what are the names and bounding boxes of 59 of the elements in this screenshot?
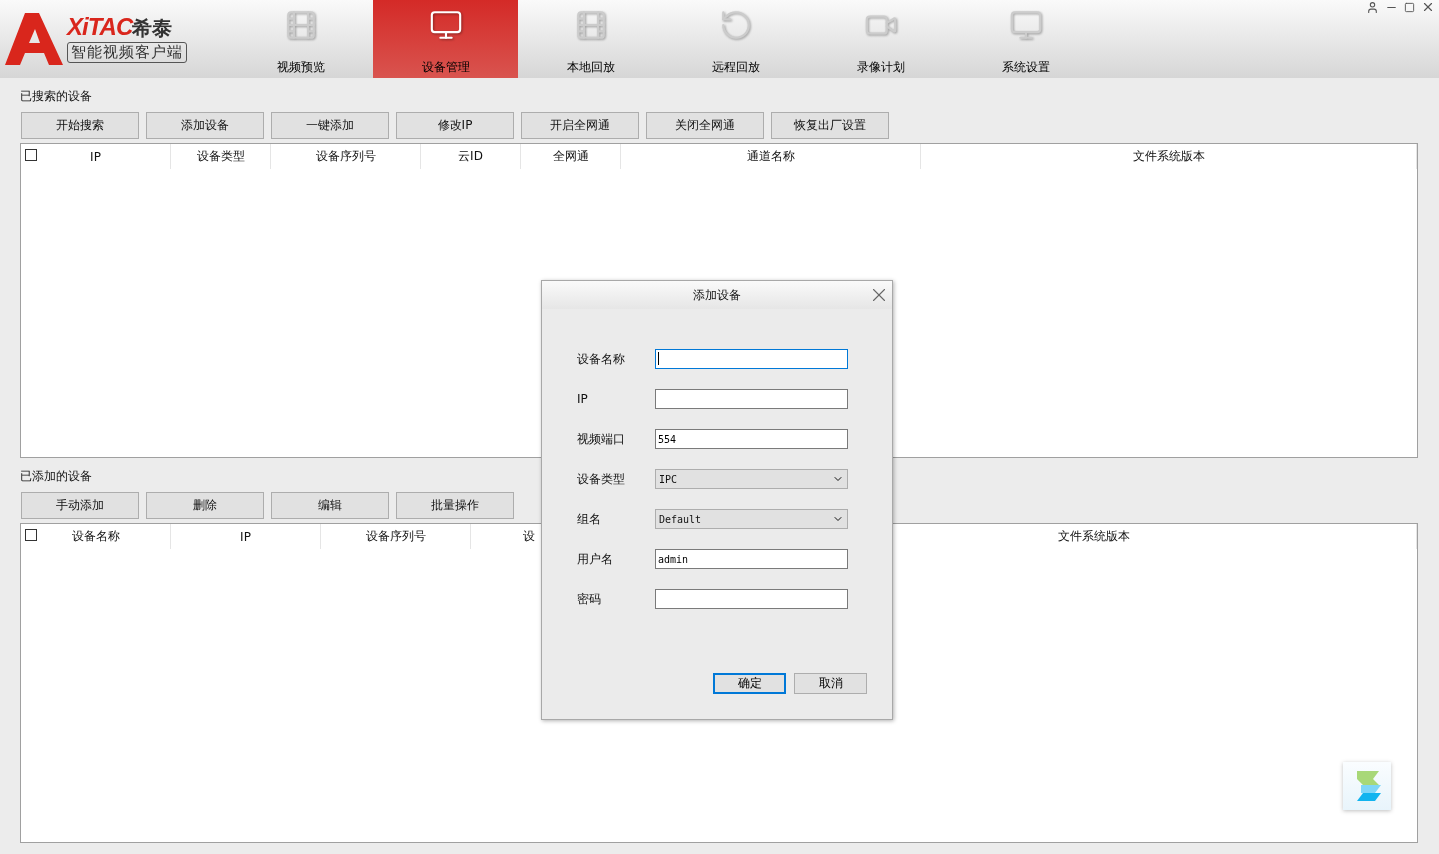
logo-subtitle: 智能视频客户端	[67, 42, 187, 63]
field-label: 设备类型	[577, 470, 626, 488]
dialog-button[interactable]: 取消	[794, 673, 867, 694]
monitor-icon	[428, 8, 463, 42]
dropdown-field[interactable]: IPC	[655, 469, 848, 489]
dialog-button[interactable]: 确定	[713, 673, 786, 694]
column-header: 设	[523, 528, 535, 545]
toolbar-button[interactable]: 编辑	[271, 492, 389, 519]
field-label: 视频端口	[577, 430, 626, 448]
text-caret	[658, 352, 659, 365]
nav-tab[interactable]: 视频预览	[228, 0, 373, 78]
field-label: 组名	[577, 510, 602, 528]
field-label: 用户名	[577, 550, 614, 568]
select-all-checkbox[interactable]	[25, 529, 37, 541]
brand-chinese: 希泰	[132, 16, 173, 40]
nav-tab[interactable]: 设备管理	[373, 0, 518, 78]
nav-tab[interactable]: 远程回放	[663, 0, 808, 78]
input-field[interactable]	[655, 349, 848, 369]
toolbar-button[interactable]: 删除	[146, 492, 264, 519]
column-header: 设备序列号	[365, 528, 426, 545]
section-title: 已搜索的设备	[20, 88, 92, 105]
toolbar-button[interactable]: 修改IP	[396, 112, 514, 139]
maximize-icon[interactable]	[1404, 1, 1415, 13]
field-label: 设备名称	[577, 350, 626, 368]
brand-name: XiTAC	[67, 15, 133, 39]
input-field[interactable]: admin	[655, 549, 848, 569]
column-header: IP	[90, 149, 101, 164]
logo-icon	[5, 13, 63, 65]
column-header: 文件系统版本	[1057, 528, 1130, 545]
toolbar-button[interactable]: 手动添加	[21, 492, 139, 519]
section-title: 已添加的设备	[20, 468, 92, 485]
column-header: 设备序列号	[315, 148, 376, 165]
select-all-checkbox[interactable]	[25, 149, 37, 161]
input-field[interactable]: 554	[655, 429, 848, 449]
close-icon[interactable]	[1421, 0, 1435, 14]
column-header: 全网通	[552, 148, 589, 165]
dropdown-field[interactable]: Default	[655, 509, 848, 529]
toolbar-button[interactable]: 批量操作	[396, 492, 514, 519]
field-label: IP	[577, 392, 589, 406]
input-field[interactable]	[655, 589, 848, 609]
nav-tab[interactable]: 录像计划	[808, 0, 953, 78]
column-header: 云ID	[458, 148, 483, 165]
column-header: 设备名称	[71, 528, 120, 545]
user-icon[interactable]	[1366, 0, 1379, 14]
toolbar-button[interactable]: 恢复出厂设置	[771, 112, 889, 139]
column-header: 设备类型	[196, 148, 245, 165]
toolbar-button[interactable]: 一键添加	[271, 112, 389, 139]
nav-tab[interactable]: 本地回放	[518, 0, 663, 78]
dialog-title: 添加设备	[693, 286, 741, 304]
column-header: IP	[240, 529, 251, 544]
toolbar-button[interactable]: 开启全网通	[521, 112, 639, 139]
toolbar-button[interactable]: 添加设备	[146, 112, 264, 139]
toolbar-button[interactable]: 关闭全网通	[646, 112, 764, 139]
field-label: 密码	[577, 590, 602, 608]
toolbar-button[interactable]: 开始搜索	[21, 112, 139, 139]
column-header: 通道名称	[746, 148, 795, 165]
column-header: 文件系统版本	[1132, 148, 1205, 165]
input-field[interactable]	[655, 389, 848, 409]
nav-tab[interactable]: 系统设置	[953, 0, 1098, 78]
